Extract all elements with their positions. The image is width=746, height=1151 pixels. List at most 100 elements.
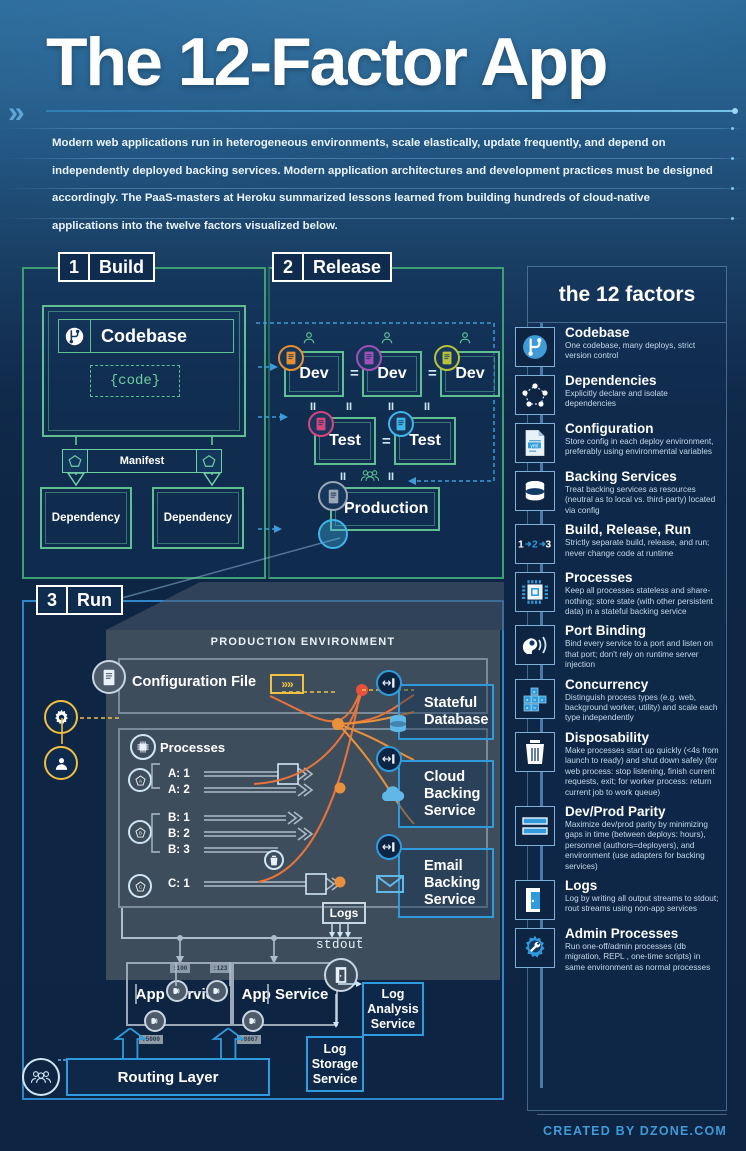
factor-description: Log by writing all output streams to std… xyxy=(565,893,719,914)
factor-title: Configuration xyxy=(565,421,654,436)
factor-item-5[interactable]: 1 2 3 Build, Release, Run Strictly separate … xyxy=(515,522,720,570)
production-badge xyxy=(318,481,348,511)
factor-title: Build, Release, Run xyxy=(565,522,692,538)
factor-description: Store config in each deploy environment,… xyxy=(565,437,714,457)
factor-title: Codebase xyxy=(565,325,630,340)
factor-description: Explicitly declare and isolate dependenc… xyxy=(565,389,668,409)
release-step-number: 2 xyxy=(274,254,304,280)
header: The 12-Factor App » Modern web applicati… xyxy=(0,0,746,236)
credit-rule xyxy=(537,1114,727,1115)
factor-item-1[interactable]: Codebase One codebase, many deploys, stri… xyxy=(515,325,720,373)
yaml-file-icon: yml xyxy=(515,423,555,463)
factor-description: Maximize dev/prod parity by minimizing g… xyxy=(565,819,708,871)
backing-service-2: Cloud Backing Service xyxy=(398,760,494,828)
dev-badge-3 xyxy=(434,345,460,371)
run-step-tag: 3 Run xyxy=(36,585,123,615)
manifest-label: Manifest xyxy=(62,449,222,473)
factor-description: Strictly separate build, release, and ru… xyxy=(565,538,710,558)
factor-title: Disposability xyxy=(565,729,650,745)
codebase-label: Codebase xyxy=(101,325,188,346)
factor-title: Port Binding xyxy=(565,623,646,639)
cloud-icon xyxy=(378,784,406,809)
release-step-label: Release xyxy=(313,256,382,277)
equals-1: = xyxy=(350,365,359,382)
svg-text:c: c xyxy=(541,697,543,702)
equals-2: = xyxy=(428,365,437,382)
run-step-number: 3 xyxy=(38,587,68,613)
envelope-icon xyxy=(376,874,404,899)
person-icon-3 xyxy=(458,331,472,348)
credit-label: CREATED BY DZONE.COM xyxy=(543,1124,727,1138)
factor-title: Admin Processes xyxy=(565,925,679,941)
logs-box: Logs xyxy=(322,902,366,924)
factors-heading: the 12 factors xyxy=(528,267,726,323)
stdout-label: stdout xyxy=(316,938,365,952)
factor-title: Dependencies xyxy=(565,373,657,388)
factor-item-3[interactable]: yml Configuration Store config in each dep… xyxy=(515,421,720,469)
factors-sidebar: the 12 factors Codebase One codebase, man… xyxy=(515,266,727,1111)
one-two-three-icon: 123 xyxy=(515,524,555,565)
database-icon xyxy=(378,704,418,744)
port-binding-icon-2 xyxy=(376,746,402,772)
factor-title: Logs xyxy=(565,877,598,893)
codebase-container: Codebase {code} xyxy=(42,305,246,437)
team-icon xyxy=(360,469,380,485)
factor-description: Run one-off/admin processes (db migratio… xyxy=(565,941,711,972)
release-step-tag: 2 Release xyxy=(272,252,393,282)
chip-icon xyxy=(515,572,555,613)
factor-item-9[interactable]: Disposability Make processes start up qui… xyxy=(515,729,720,804)
log-storage-service: Log Storage Service xyxy=(306,1036,364,1092)
codebase-header: Codebase xyxy=(58,319,234,353)
svg-text:1: 1 xyxy=(518,540,524,551)
blocks-scale-icon: aabcab xyxy=(515,678,555,719)
factor-title: Concurrency xyxy=(565,676,649,692)
codebase-branch-icon xyxy=(515,327,555,367)
port-binding-icon-1 xyxy=(376,670,402,696)
ear-listen-icon xyxy=(515,625,555,666)
factor-description: Keep all processes stateless and share-n… xyxy=(565,586,713,617)
build-step-number: 1 xyxy=(60,254,90,280)
factor-item-8[interactable]: a a b c a b Concurrency Distinguish process typ… xyxy=(515,676,720,730)
page-title: The 12-Factor App xyxy=(46,24,608,100)
factor-item-4[interactable]: Backing Services Treat backing services a… xyxy=(515,469,720,522)
parallel-4: II xyxy=(424,401,431,413)
factor-item-7[interactable]: Port Binding Bind every service to a port… xyxy=(515,623,720,676)
header-subtitle: Modern web applications run in heterogen… xyxy=(52,137,713,232)
parallel-2: II xyxy=(346,401,353,413)
database-icon xyxy=(515,471,555,511)
test-badge-2 xyxy=(388,411,414,437)
equal-bars-icon xyxy=(515,805,555,846)
factor-item-6[interactable]: Processes Keep all processes stateless an… xyxy=(515,570,720,623)
svg-text:3: 3 xyxy=(545,540,551,551)
gear-wrench-icon xyxy=(515,927,555,968)
users-group-icon xyxy=(22,1058,60,1096)
header-rule xyxy=(46,108,738,114)
factor-item-2[interactable]: Dependencies Explicitly declare and isola… xyxy=(515,373,720,421)
run-step-label: Run xyxy=(77,589,112,610)
factor-item-10[interactable]: Dev/Prod Parity Maximize dev/prod parity … xyxy=(515,803,720,878)
factor-title: Dev/Prod Parity xyxy=(565,803,666,819)
factor-title: Processes xyxy=(565,570,633,586)
production-link-badge xyxy=(318,519,348,549)
equals-3: = xyxy=(382,433,391,450)
parallel-3: II xyxy=(388,401,395,413)
factor-description: Treat backing services as resources (neu… xyxy=(565,485,716,515)
factor-description: Bind every service to a port and listen … xyxy=(565,639,713,670)
port-binding-icon-3 xyxy=(376,834,402,860)
dev-badge-2 xyxy=(356,345,382,371)
factor-title: Backing Services xyxy=(565,469,677,484)
person-icon-1 xyxy=(302,331,316,348)
parallel-6: II xyxy=(388,471,395,483)
factor-item-12[interactable]: Admin Processes Run one-off/admin process… xyxy=(515,925,720,979)
build-step-tag: 1 Build xyxy=(58,252,155,282)
factor-description: Distinguish process types (e.g. web, bac… xyxy=(565,692,718,723)
factor-item-11[interactable]: Logs Log by writing all output streams to… xyxy=(515,877,720,926)
codebase-branch-icon xyxy=(59,320,91,352)
dev-badge-1 xyxy=(278,345,304,371)
log-service-arrows xyxy=(333,981,362,1028)
dependency-graph-icon xyxy=(515,375,555,415)
svg-text:2: 2 xyxy=(532,540,538,551)
svg-text:yml: yml xyxy=(530,443,538,449)
code-token: {code} xyxy=(90,365,180,397)
factors-list: Codebase One codebase, many deploys, stri… xyxy=(515,325,720,979)
